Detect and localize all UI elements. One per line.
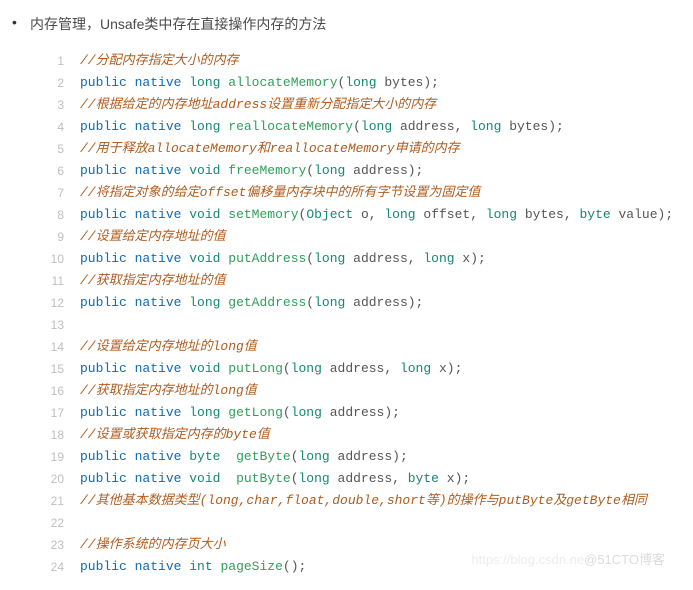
code-line: 15public native void putLong(long addres… [30, 358, 683, 380]
code-line: 14//设置给定内存地址的long值 [30, 336, 683, 358]
code-line: 8public native void setMemory(Object o, … [30, 204, 683, 226]
code-content: public native void setMemory(Object o, l… [80, 204, 683, 226]
code-line: 24public native int pageSize(); [30, 556, 683, 578]
code-line: 19public native byte getByte(long addres… [30, 446, 683, 468]
line-number: 18 [30, 424, 80, 446]
code-line: 2public native long allocateMemory(long … [30, 72, 683, 94]
code-line: 6public native void freeMemory(long addr… [30, 160, 683, 182]
code-line: 4public native long reallocateMemory(lon… [30, 116, 683, 138]
line-number: 24 [30, 556, 80, 578]
section-heading: 内存管理，Unsafe类中存在直接操作内存的方法 [30, 14, 683, 34]
line-number: 9 [30, 226, 80, 248]
line-number: 1 [30, 50, 80, 72]
code-content: public native void putByte(long address,… [80, 468, 683, 490]
code-line: 20public native void putByte(long addres… [30, 468, 683, 490]
line-number: 2 [30, 72, 80, 94]
line-number: 23 [30, 534, 80, 556]
line-number: 4 [30, 116, 80, 138]
code-line: 16//获取指定内存地址的long值 [30, 380, 683, 402]
line-number: 8 [30, 204, 80, 226]
line-number: 14 [30, 336, 80, 358]
line-number: 16 [30, 380, 80, 402]
code-content [80, 314, 683, 336]
line-number: 13 [30, 314, 80, 336]
code-content: //获取指定内存地址的long值 [80, 380, 683, 402]
code-content: //用于释放allocateMemory和reallocateMemory申请的… [80, 138, 683, 160]
code-content: public native void putAddress(long addre… [80, 248, 683, 270]
code-block: 1//分配内存指定大小的内存2public native long alloca… [30, 50, 683, 578]
line-number: 7 [30, 182, 80, 204]
code-line: 22 [30, 512, 683, 534]
line-number: 11 [30, 270, 80, 292]
line-number: 3 [30, 94, 80, 116]
line-number: 12 [30, 292, 80, 314]
code-line: 10public native void putAddress(long add… [30, 248, 683, 270]
code-content: //分配内存指定大小的内存 [80, 50, 683, 72]
code-line: 13 [30, 314, 683, 336]
code-content: //设置给定内存地址的long值 [80, 336, 683, 358]
code-content: public native byte getByte(long address)… [80, 446, 683, 468]
line-number: 17 [30, 402, 80, 424]
code-content: public native int pageSize(); [80, 556, 683, 578]
code-line: 17public native long getLong(long addres… [30, 402, 683, 424]
line-number: 20 [30, 468, 80, 490]
code-content: public native void putLong(long address,… [80, 358, 683, 380]
code-line: 12public native long getAddress(long add… [30, 292, 683, 314]
code-content: public native void freeMemory(long addre… [80, 160, 683, 182]
code-line: 21//其他基本数据类型(long,char,float,double,shor… [30, 490, 683, 512]
code-content [80, 512, 683, 534]
code-content: //设置给定内存地址的值 [80, 226, 683, 248]
line-number: 6 [30, 160, 80, 182]
code-content: public native long getLong(long address)… [80, 402, 683, 424]
code-line: 18//设置或获取指定内存的byte值 [30, 424, 683, 446]
code-content: //操作系统的内存页大小 [80, 534, 683, 556]
line-number: 19 [30, 446, 80, 468]
line-number: 21 [30, 490, 80, 512]
code-line: 5//用于释放allocateMemory和reallocateMemory申请… [30, 138, 683, 160]
code-content: public native long allocateMemory(long b… [80, 72, 683, 94]
code-content: //其他基本数据类型(long,char,float,double,short等… [80, 490, 683, 512]
code-line: 9//设置给定内存地址的值 [30, 226, 683, 248]
code-content: //将指定对象的给定offset偏移量内存块中的所有字节设置为固定值 [80, 182, 683, 204]
line-number: 22 [30, 512, 80, 534]
code-line: 1//分配内存指定大小的内存 [30, 50, 683, 72]
code-content: public native long reallocateMemory(long… [80, 116, 683, 138]
line-number: 15 [30, 358, 80, 380]
code-content: //获取指定内存地址的值 [80, 270, 683, 292]
code-line: 11//获取指定内存地址的值 [30, 270, 683, 292]
code-content: //根据给定的内存地址address设置重新分配指定大小的内存 [80, 94, 683, 116]
code-content: public native long getAddress(long addre… [80, 292, 683, 314]
code-content: //设置或获取指定内存的byte值 [80, 424, 683, 446]
code-line: 7//将指定对象的给定offset偏移量内存块中的所有字节设置为固定值 [30, 182, 683, 204]
code-line: 23//操作系统的内存页大小 [30, 534, 683, 556]
code-line: 3//根据给定的内存地址address设置重新分配指定大小的内存 [30, 94, 683, 116]
line-number: 10 [30, 248, 80, 270]
line-number: 5 [30, 138, 80, 160]
